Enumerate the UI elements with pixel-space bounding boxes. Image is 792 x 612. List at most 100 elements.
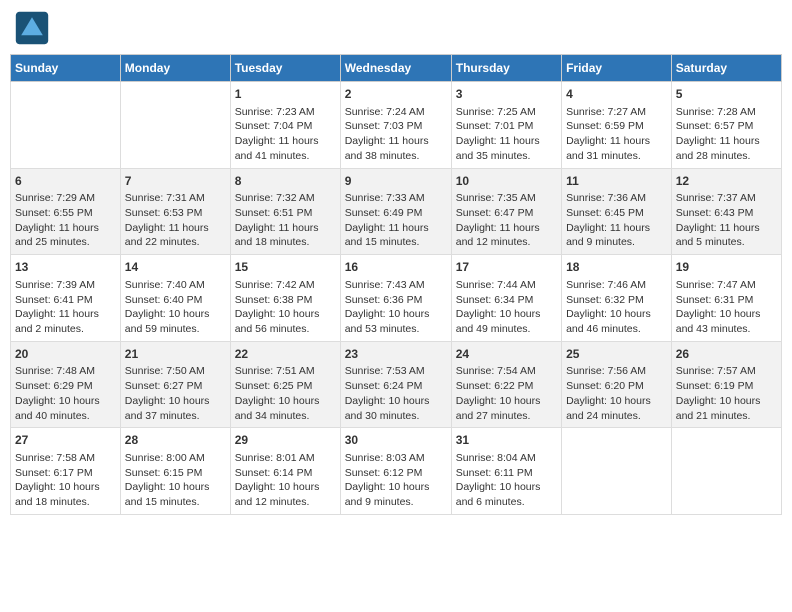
day-number: 10 (456, 173, 557, 190)
day-number: 9 (345, 173, 447, 190)
header-row: SundayMondayTuesdayWednesdayThursdayFrid… (11, 55, 782, 82)
sunrise-text: Sunrise: 7:47 AM (676, 279, 756, 291)
calendar-cell: 13Sunrise: 7:39 AMSunset: 6:41 PMDayligh… (11, 255, 121, 342)
sunrise-text: Sunrise: 7:24 AM (345, 106, 425, 118)
daylight-text: Daylight: 11 hours and 35 minutes. (456, 135, 540, 162)
sunrise-text: Sunrise: 7:27 AM (566, 106, 646, 118)
sunset-text: Sunset: 6:47 PM (456, 207, 534, 219)
day-number: 14 (125, 259, 226, 276)
day-header-saturday: Saturday (671, 55, 781, 82)
sunset-text: Sunset: 6:22 PM (456, 380, 534, 392)
calendar-cell: 12Sunrise: 7:37 AMSunset: 6:43 PMDayligh… (671, 168, 781, 255)
sunrise-text: Sunrise: 7:32 AM (235, 192, 315, 204)
daylight-text: Daylight: 10 hours and 53 minutes. (345, 308, 430, 335)
day-number: 16 (345, 259, 447, 276)
daylight-text: Daylight: 10 hours and 59 minutes. (125, 308, 210, 335)
calendar-cell: 15Sunrise: 7:42 AMSunset: 6:38 PMDayligh… (230, 255, 340, 342)
day-header-wednesday: Wednesday (340, 55, 451, 82)
day-header-friday: Friday (562, 55, 672, 82)
day-number: 27 (15, 432, 116, 449)
sunset-text: Sunset: 6:34 PM (456, 294, 534, 306)
day-number: 18 (566, 259, 667, 276)
daylight-text: Daylight: 11 hours and 41 minutes. (235, 135, 319, 162)
sunset-text: Sunset: 6:19 PM (676, 380, 754, 392)
daylight-text: Daylight: 10 hours and 15 minutes. (125, 481, 210, 508)
sunrise-text: Sunrise: 7:58 AM (15, 452, 95, 464)
sunrise-text: Sunrise: 7:39 AM (15, 279, 95, 291)
day-number: 23 (345, 346, 447, 363)
day-number: 28 (125, 432, 226, 449)
day-number: 17 (456, 259, 557, 276)
calendar-cell: 26Sunrise: 7:57 AMSunset: 6:19 PMDayligh… (671, 341, 781, 428)
day-number: 22 (235, 346, 336, 363)
daylight-text: Daylight: 11 hours and 2 minutes. (15, 308, 99, 335)
calendar-cell: 31Sunrise: 8:04 AMSunset: 6:11 PMDayligh… (451, 428, 561, 515)
calendar-cell: 2Sunrise: 7:24 AMSunset: 7:03 PMDaylight… (340, 82, 451, 169)
week-row-3: 13Sunrise: 7:39 AMSunset: 6:41 PMDayligh… (11, 255, 782, 342)
calendar-cell (11, 82, 121, 169)
day-number: 8 (235, 173, 336, 190)
calendar-cell: 14 Sunrise: 7:40 AM Sunset: 6:40 PM Dayligh… (120, 255, 230, 342)
calendar-cell: 4Sunrise: 7:27 AMSunset: 6:59 PMDaylight… (562, 82, 672, 169)
sunset-text: Sunset: 6:25 PM (235, 380, 313, 392)
sunset-text: Sunset: 7:01 PM (456, 120, 534, 132)
sunset-text: Sunset: 6:32 PM (566, 294, 644, 306)
calendar-cell (562, 428, 672, 515)
sunrise-text: Sunrise: 7:40 AM (125, 279, 205, 291)
day-number: 29 (235, 432, 336, 449)
day-number: 6 (15, 173, 116, 190)
sunset-text: Sunset: 7:04 PM (235, 120, 313, 132)
sunset-text: Sunset: 7:03 PM (345, 120, 423, 132)
daylight-text: Daylight: 11 hours and 38 minutes. (345, 135, 429, 162)
sunrise-text: Sunrise: 7:43 AM (345, 279, 425, 291)
calendar-cell: 16Sunrise: 7:43 AMSunset: 6:36 PMDayligh… (340, 255, 451, 342)
sunset-text: Sunset: 6:38 PM (235, 294, 313, 306)
daylight-text: Daylight: 11 hours and 9 minutes. (566, 222, 650, 249)
sunrise-text: Sunrise: 7:23 AM (235, 106, 315, 118)
daylight-text: Daylight: 11 hours and 18 minutes. (235, 222, 319, 249)
sunset-text: Sunset: 6:24 PM (345, 380, 423, 392)
day-number: 15 (235, 259, 336, 276)
sunrise-text: Sunrise: 7:53 AM (345, 365, 425, 377)
day-number: 3 (456, 86, 557, 103)
sunrise-text: Sunrise: 7:44 AM (456, 279, 536, 291)
sunrise-text: Sunrise: 7:31 AM (125, 192, 205, 204)
logo (14, 10, 54, 46)
day-number: 5 (676, 86, 777, 103)
day-number: 26 (676, 346, 777, 363)
daylight-text: Daylight: 11 hours and 15 minutes. (345, 222, 429, 249)
sunset-text: Sunset: 6:20 PM (566, 380, 644, 392)
day-number: 31 (456, 432, 557, 449)
daylight-text: Daylight: 10 hours and 12 minutes. (235, 481, 320, 508)
sunset-text: Sunset: 6:40 PM (125, 294, 203, 306)
week-row-4: 20Sunrise: 7:48 AMSunset: 6:29 PMDayligh… (11, 341, 782, 428)
daylight-text: Daylight: 10 hours and 27 minutes. (456, 395, 541, 422)
sunrise-text: Sunrise: 7:28 AM (676, 106, 756, 118)
sunrise-text: Sunrise: 8:04 AM (456, 452, 536, 464)
day-number: 20 (15, 346, 116, 363)
day-number: 1 (235, 86, 336, 103)
day-header-tuesday: Tuesday (230, 55, 340, 82)
day-number: 21 (125, 346, 226, 363)
sunrise-text: Sunrise: 7:48 AM (15, 365, 95, 377)
calendar-cell: 27Sunrise: 7:58 AMSunset: 6:17 PMDayligh… (11, 428, 121, 515)
sunrise-text: Sunrise: 7:56 AM (566, 365, 646, 377)
day-header-sunday: Sunday (11, 55, 121, 82)
daylight-text: Daylight: 10 hours and 43 minutes. (676, 308, 761, 335)
calendar-cell: 8Sunrise: 7:32 AMSunset: 6:51 PMDaylight… (230, 168, 340, 255)
day-number: 7 (125, 173, 226, 190)
daylight-text: Daylight: 10 hours and 18 minutes. (15, 481, 100, 508)
calendar-cell: 24Sunrise: 7:54 AMSunset: 6:22 PMDayligh… (451, 341, 561, 428)
sunrise-text: Sunrise: 7:36 AM (566, 192, 646, 204)
day-number: 13 (15, 259, 116, 276)
daylight-text: Daylight: 11 hours and 31 minutes. (566, 135, 650, 162)
daylight-text: Daylight: 10 hours and 30 minutes. (345, 395, 430, 422)
daylight-text: Daylight: 11 hours and 25 minutes. (15, 222, 99, 249)
calendar-cell: 6Sunrise: 7:29 AMSunset: 6:55 PMDaylight… (11, 168, 121, 255)
sunset-text: Sunset: 6:59 PM (566, 120, 644, 132)
daylight-text: Daylight: 11 hours and 12 minutes. (456, 222, 540, 249)
week-row-2: 6Sunrise: 7:29 AMSunset: 6:55 PMDaylight… (11, 168, 782, 255)
calendar-cell: 17Sunrise: 7:44 AMSunset: 6:34 PMDayligh… (451, 255, 561, 342)
day-number: 25 (566, 346, 667, 363)
sunset-text: Sunset: 6:14 PM (235, 467, 313, 479)
